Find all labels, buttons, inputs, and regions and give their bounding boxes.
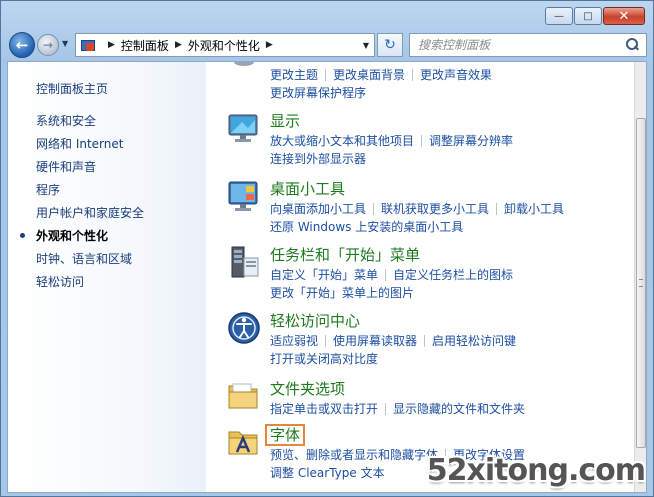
link-add-gadgets[interactable]: 向桌面添加小工具 bbox=[270, 202, 366, 216]
link-screen-reader[interactable]: 使用屏幕读取器 bbox=[333, 334, 417, 348]
caption-buttons: — □ ✕ bbox=[544, 7, 645, 25]
minimize-button[interactable]: — bbox=[545, 7, 573, 25]
sidebar-item-user-accounts[interactable]: 用户帐户和家庭安全 bbox=[36, 204, 144, 227]
display-links-row1: 放大或缩小文本和其他项目 调整屏幕分辨率 bbox=[270, 132, 513, 149]
refresh-icon[interactable]: ↻ bbox=[377, 33, 403, 57]
link-single-double-click[interactable]: 指定单击或双击打开 bbox=[270, 402, 378, 416]
taskbar-links-row1: 自定义「开始」菜单 自定义任务栏上的图标 bbox=[270, 266, 513, 283]
navigation-bar: ← → ▼ ▶ 控制面板 ▶ 外观和个性化 ▶ ▼ ↻ bbox=[7, 31, 647, 59]
personalization-links-row2: 更改屏幕保护程序 bbox=[270, 84, 366, 101]
window-frame: — □ ✕ ← → ▼ ▶ 控制面板 ▶ 外观和个性化 ▶ ▼ ↻ 控制面板主页… bbox=[0, 0, 654, 497]
monitor-icon bbox=[228, 114, 258, 142]
fonts-links-row2: 调整 ClearType 文本 bbox=[270, 464, 385, 481]
breadcrumb-control-panel[interactable]: 控制面板 bbox=[121, 37, 169, 54]
link-external-display[interactable]: 连接到外部显示器 bbox=[270, 152, 366, 166]
folder-options-title[interactable]: 文件夹选项 bbox=[270, 378, 345, 399]
link-customize-taskbar-icons[interactable]: 自定义任务栏上的图标 bbox=[393, 268, 513, 282]
personalization-icon bbox=[234, 62, 254, 66]
back-arrow-icon[interactable]: ← bbox=[9, 32, 35, 58]
search-icon[interactable] bbox=[626, 38, 640, 52]
link-change-sounds[interactable]: 更改声音效果 bbox=[420, 68, 492, 82]
vertical-scrollbar[interactable] bbox=[634, 62, 646, 492]
ease-links-row1: 适应弱视 使用屏幕读取器 启用轻松访问键 bbox=[270, 332, 516, 349]
link-change-start-picture[interactable]: 更改「开始」菜单上的图片 bbox=[270, 286, 414, 300]
fonts-title[interactable]: 字体 bbox=[265, 424, 306, 446]
link-uninstall-gadget[interactable]: 卸载小工具 bbox=[504, 202, 564, 216]
breadcrumb-appearance[interactable]: 外观和个性化 bbox=[188, 37, 260, 54]
recent-pages-chevron-icon[interactable]: ▼ bbox=[62, 39, 68, 48]
sidebar-item-system-security[interactable]: 系统和安全 bbox=[36, 112, 144, 135]
breadcrumb-separator-icon[interactable]: ▶ bbox=[266, 40, 273, 50]
fonts-title-highlight[interactable]: 字体 bbox=[265, 424, 306, 446]
gadgets-links-row1: 向桌面添加小工具 联机获取更多小工具 卸载小工具 bbox=[270, 200, 564, 217]
main-panel: 更改主题 更改桌面背景 更改声音效果 更改屏幕保护程序 显示 放大或缩小文本和其他项… bbox=[206, 62, 636, 492]
sidebar-item-network[interactable]: 网络和 Internet bbox=[36, 135, 144, 158]
taskbar-icon bbox=[231, 246, 259, 278]
ease-links-row2: 打开或关闭高对比度 bbox=[270, 350, 378, 367]
link-get-more-gadgets[interactable]: 联机获取更多小工具 bbox=[381, 202, 489, 216]
link-zoom-text[interactable]: 放大或缩小文本和其他项目 bbox=[270, 134, 414, 148]
gadgets-icon bbox=[228, 181, 258, 211]
sidebar-item-clock-language[interactable]: 时钟、语言和区域 bbox=[36, 250, 144, 273]
search-box bbox=[409, 33, 647, 57]
taskbar-links-row2: 更改「开始」菜单上的图片 bbox=[270, 284, 414, 301]
scrollbar-thumb[interactable] bbox=[636, 118, 646, 448]
breadcrumb-separator-icon[interactable]: ▶ bbox=[175, 40, 182, 50]
watermark-logo: 52xitong.com bbox=[426, 453, 646, 488]
address-bar[interactable]: ▶ 控制面板 ▶ 外观和个性化 ▶ ▼ bbox=[75, 33, 375, 57]
link-change-screensaver[interactable]: 更改屏幕保护程序 bbox=[270, 86, 366, 100]
search-input[interactable] bbox=[418, 38, 618, 52]
content-area: 控制面板主页 系统和安全 网络和 Internet 硬件和声音 程序 用户帐户和… bbox=[7, 61, 647, 493]
link-preview-fonts[interactable]: 预览、删除或者显示和隐藏字体 bbox=[270, 448, 438, 462]
ease-of-access-icon bbox=[228, 312, 260, 344]
display-links-row2: 连接到外部显示器 bbox=[270, 150, 366, 167]
link-access-keys[interactable]: 启用轻松访问键 bbox=[432, 334, 516, 348]
control-panel-icon bbox=[80, 38, 96, 52]
sidebar-item-programs[interactable]: 程序 bbox=[36, 181, 144, 204]
link-change-background[interactable]: 更改桌面背景 bbox=[333, 68, 405, 82]
gadgets-links-row2: 还原 Windows 上安装的桌面小工具 bbox=[270, 218, 463, 235]
sidebar-item-ease-of-access[interactable]: 轻松访问 bbox=[36, 273, 144, 296]
taskbar-title[interactable]: 任务栏和「开始」菜单 bbox=[270, 244, 420, 265]
address-dropdown-icon[interactable]: ▼ bbox=[358, 34, 374, 56]
breadcrumb-separator-icon[interactable]: ▶ bbox=[108, 40, 115, 50]
link-customize-start[interactable]: 自定义「开始」菜单 bbox=[270, 268, 378, 282]
sidebar-home-link[interactable]: 控制面板主页 bbox=[36, 80, 108, 97]
display-title[interactable]: 显示 bbox=[270, 110, 300, 131]
folder-links-row1: 指定单击或双击打开 显示隐藏的文件和文件夹 bbox=[270, 400, 525, 417]
forward-arrow-icon[interactable]: → bbox=[37, 34, 59, 56]
personalization-links-row1: 更改主题 更改桌面背景 更改声音效果 bbox=[270, 66, 492, 83]
maximize-button[interactable]: □ bbox=[574, 7, 602, 25]
link-restore-gadgets[interactable]: 还原 Windows 上安装的桌面小工具 bbox=[270, 220, 463, 234]
link-cleartype[interactable]: 调整 ClearType 文本 bbox=[270, 466, 385, 480]
gadgets-title[interactable]: 桌面小工具 bbox=[270, 178, 345, 199]
close-button[interactable]: ✕ bbox=[603, 7, 645, 25]
link-show-hidden-files[interactable]: 显示隐藏的文件和文件夹 bbox=[393, 402, 525, 416]
folder-icon bbox=[228, 383, 258, 409]
link-high-contrast[interactable]: 打开或关闭高对比度 bbox=[270, 352, 378, 366]
sidebar: 控制面板主页 系统和安全 网络和 Internet 硬件和声音 程序 用户帐户和… bbox=[8, 62, 206, 492]
link-change-theme[interactable]: 更改主题 bbox=[270, 68, 318, 82]
link-low-vision[interactable]: 适应弱视 bbox=[270, 334, 318, 348]
ease-of-access-title[interactable]: 轻松访问中心 bbox=[270, 310, 360, 331]
fonts-folder-icon bbox=[228, 431, 258, 455]
sidebar-list: 系统和安全 网络和 Internet 硬件和声音 程序 用户帐户和家庭安全 外观… bbox=[19, 112, 144, 296]
sidebar-item-hardware-sound[interactable]: 硬件和声音 bbox=[36, 158, 144, 181]
sidebar-item-appearance[interactable]: 外观和个性化 bbox=[19, 227, 144, 250]
link-screen-resolution[interactable]: 调整屏幕分辨率 bbox=[429, 134, 513, 148]
